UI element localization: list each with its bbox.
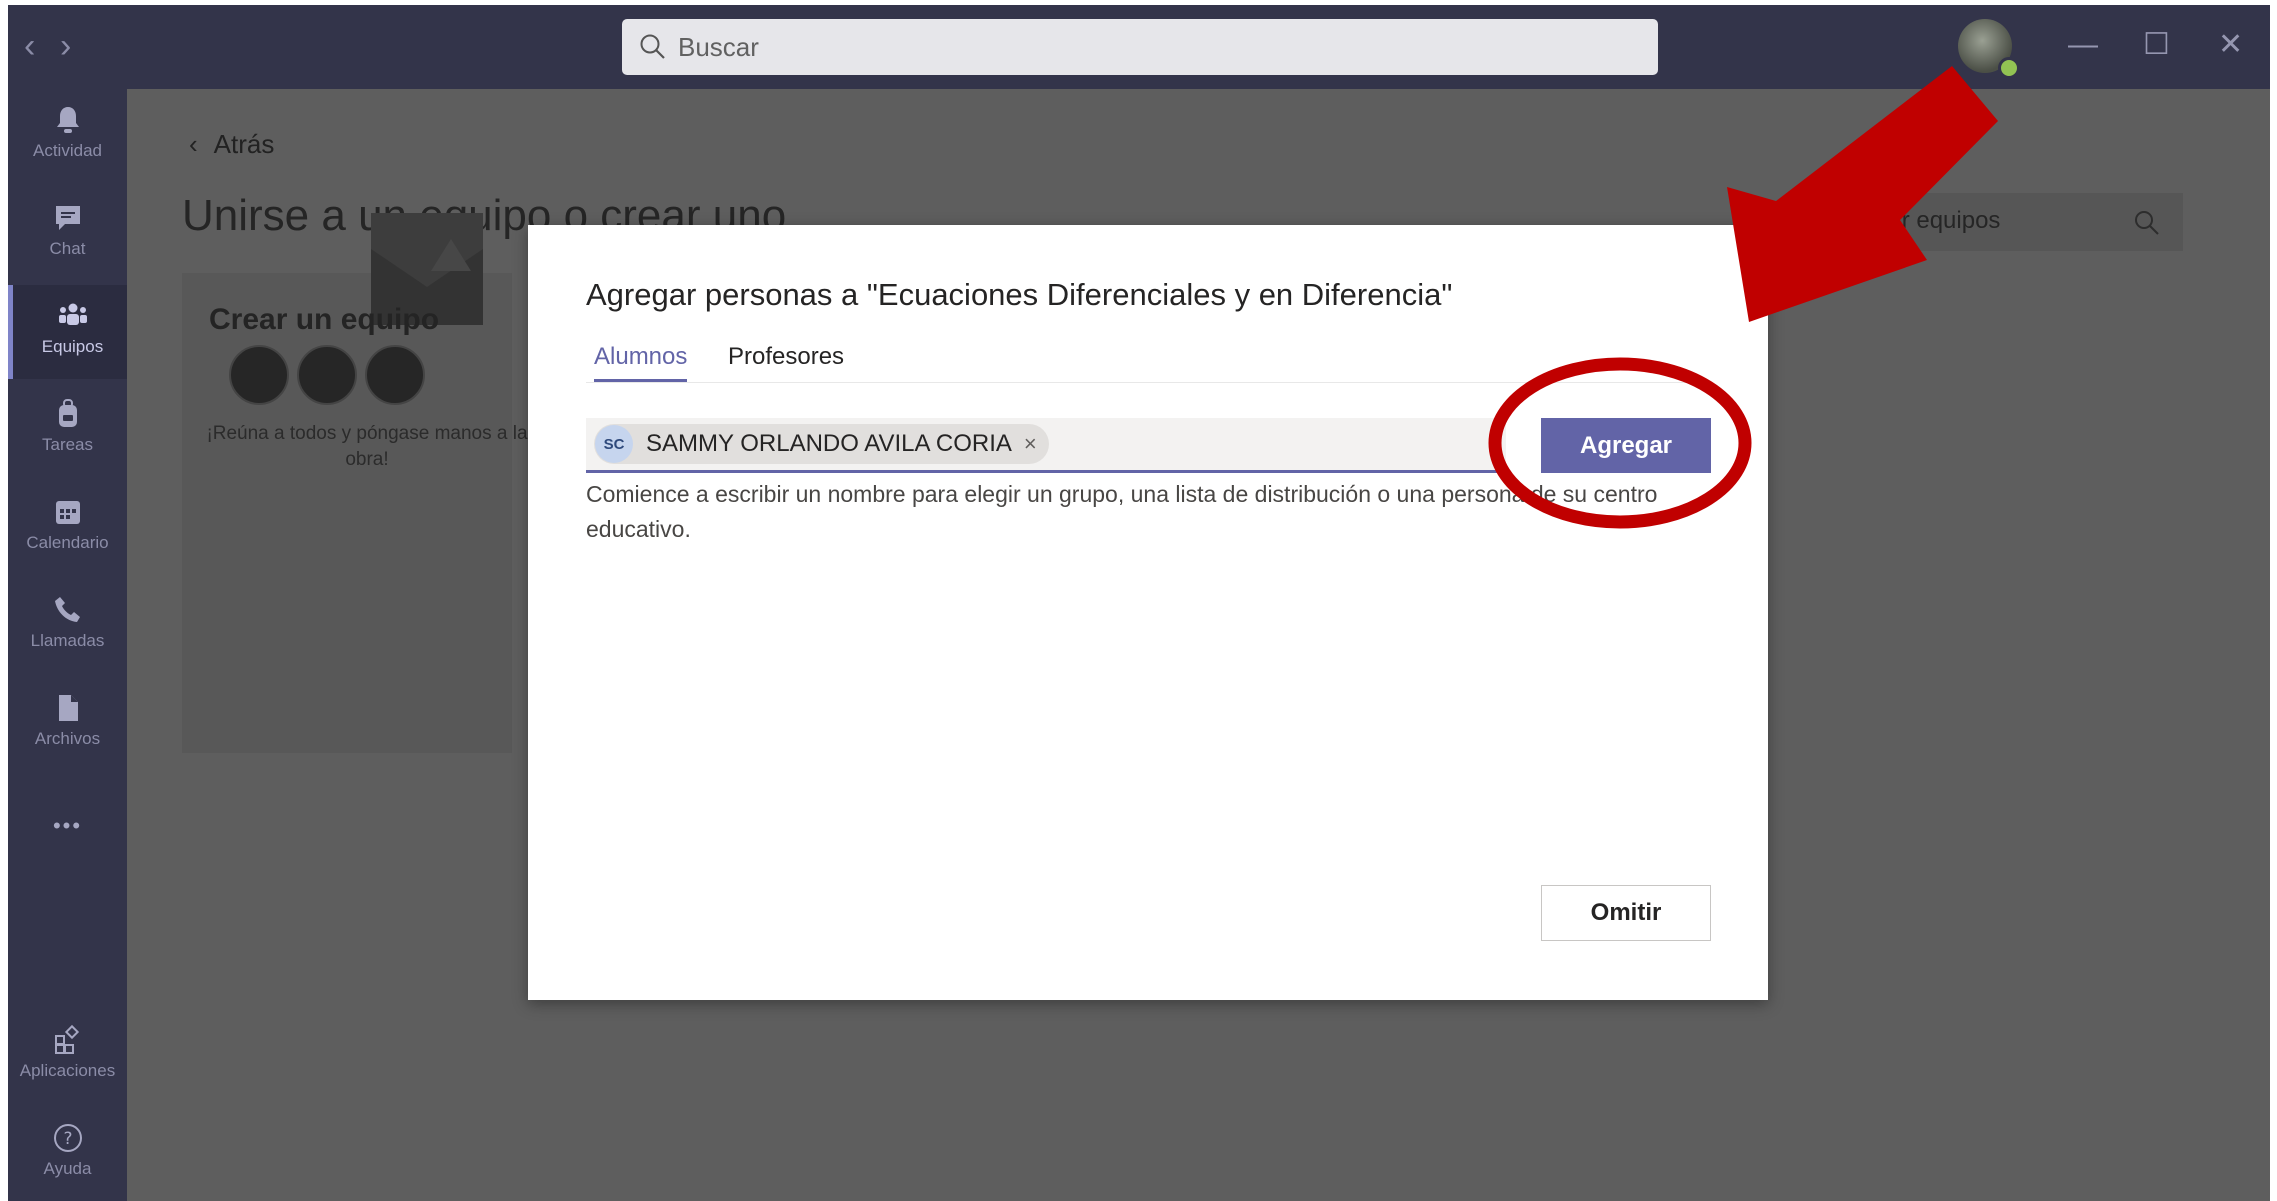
rail-label: Equipos [41,337,104,356]
create-team-title: Crear un equipo [209,303,440,336]
bell-icon [56,107,79,133]
add-button[interactable]: Agregar [1541,418,1711,473]
selected-person-pill: SC SAMMY ORLANDO AVILA CORIA × [594,424,1049,464]
chevron-left-icon: ‹ [189,129,198,159]
minimize-icon[interactable]: — [2068,27,2098,63]
tab-alumnos[interactable]: Alumnos [594,343,688,383]
chevron-left-icon[interactable]: ‹ [24,29,35,63]
rail-label: Chat [49,239,86,258]
rail-item-actividad[interactable]: Actividad [8,89,127,183]
dialog-title: Agregar personas a "Ecuaciones Diferenci… [586,277,1453,312]
search-icon [640,34,665,59]
phone-icon [54,597,80,622]
rail-item-aplicaciones[interactable]: Aplicaciones [8,1009,127,1103]
people-picker-input[interactable]: SC SAMMY ORLANDO AVILA CORIA × [586,418,1506,473]
rail-label: Archivos [34,729,101,748]
back-label: Atrás [213,129,275,159]
team-search-placeholder: Buscar equipos [1835,207,2001,234]
picker-hint-text: Comience a escribir un nombre para elegi… [586,481,1658,542]
rail-label: Llamadas [30,631,105,650]
back-link[interactable]: ‹ Atrás [189,129,274,160]
member-avatar [229,345,289,405]
member-avatar [297,345,357,405]
backpack-icon [58,399,77,427]
tabs-divider [586,382,1710,383]
create-team-card[interactable] [182,273,512,753]
person-initials-avatar: SC [595,425,633,463]
calendar-icon [55,501,80,524]
rail-label: Actividad [33,141,102,160]
rail-item-archivos[interactable]: Archivos [8,677,127,771]
skip-button[interactable]: Omitir [1541,885,1711,941]
tab-profesores[interactable]: Profesores [728,343,844,371]
file-icon [58,695,78,721]
rail-item-equipos[interactable]: Equipos [8,285,132,379]
maximize-icon[interactable]: ☐ [2143,27,2170,63]
teams-icon [58,303,87,325]
title-bar: ‹ › Buscar — ☐ ✕ [8,5,2270,89]
help-icon: ? [53,1124,82,1152]
add-people-dialog: Agregar personas a "Ecuaciones Diferenci… [528,225,1768,1000]
rail-item-calendario[interactable]: Calendario [8,481,127,575]
create-team-description: ¡Reúna a todos y póngase manos a la obra… [206,423,528,470]
rail-label: Ayuda [43,1159,92,1178]
presence-badge [1998,57,2020,79]
chat-icon [55,206,80,230]
remove-person-icon[interactable]: × [1024,431,1037,457]
search-icon [2135,211,2159,235]
rail-item-ayuda[interactable]: ? Ayuda [8,1107,127,1201]
rail-item-tareas[interactable]: Tareas [8,383,127,477]
person-name: SAMMY ORLANDO AVILA CORIA [646,430,1012,457]
close-icon[interactable]: ✕ [2218,27,2243,63]
teams-window: ‹ › Buscar — ☐ ✕ Actividad Chat Equipos [8,5,2270,1201]
rail-item-llamadas[interactable]: Llamadas [8,579,127,673]
apps-icon [54,1024,79,1054]
member-avatar [365,345,425,405]
rail-label: Tareas [41,435,94,454]
app-bar: Actividad Chat Equipos Tareas Calendario… [8,89,132,1201]
chevron-right-icon[interactable]: › [60,29,71,63]
team-search-box[interactable]: Buscar equipos [1827,193,2183,251]
svg-text:?: ? [63,1129,72,1149]
rail-item-chat[interactable]: Chat [8,187,127,281]
rail-label: Aplicaciones [19,1061,116,1080]
rail-label: Calendario [26,533,109,552]
more-apps-icon[interactable]: ••• [8,813,127,839]
search-placeholder: Buscar [678,32,759,62]
search-box[interactable]: Buscar [622,19,1658,75]
